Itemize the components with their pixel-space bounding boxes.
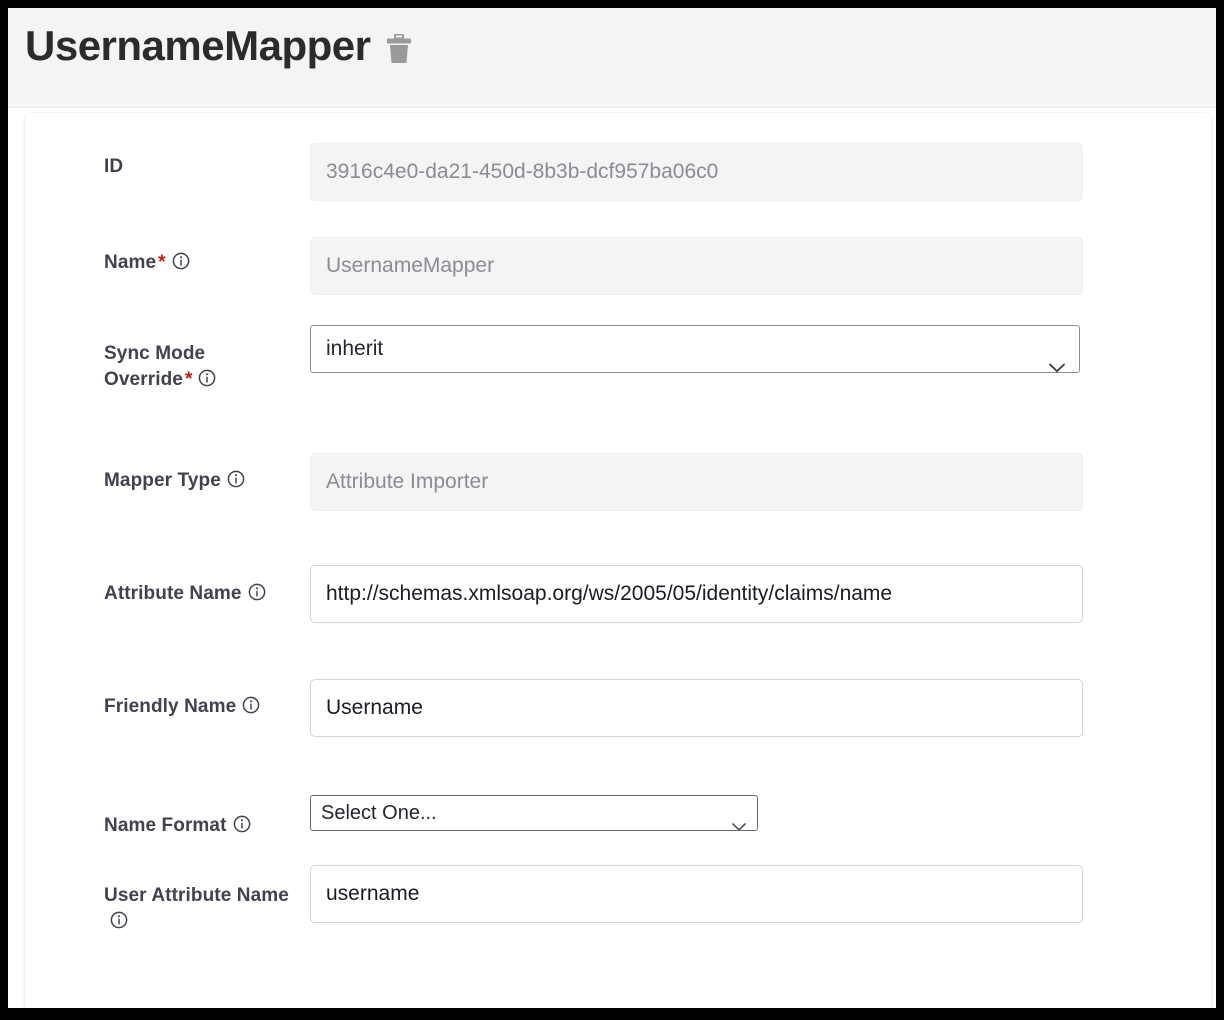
label-mapper_type: Mapper Type (25, 468, 310, 494)
form-row-sync_mode_override: Sync Mode Override * inherit (25, 325, 1211, 390)
mapper-details-card: ID 3916c4e0-da21-450d-8b3b-dcf957ba06c0 Na… (25, 113, 1211, 1008)
trash-icon[interactable] (386, 33, 412, 64)
required-indicator-sync_mode_override: * (184, 368, 193, 390)
input-id: 3916c4e0-da21-450d-8b3b-dcf957ba06c0 (310, 143, 1083, 201)
label-user_attribute_name: User Attribute Name (25, 883, 310, 934)
input-user_attribute_name[interactable]: username (310, 865, 1083, 923)
input-friendly_name[interactable]: Username (310, 679, 1083, 737)
info-icon-friendly_name[interactable] (242, 696, 260, 714)
control-wrap-mapper_type: Attribute Importer (310, 453, 1211, 511)
label-text-name_format: Name Format (104, 815, 227, 836)
form-row-mapper_type: Mapper Type Attribute Importer (25, 453, 1211, 511)
control-wrap-attribute_name: http://schemas.xmlsoap.org/ws/2005/05/id… (310, 565, 1211, 623)
control-wrap-name: UsernameMapper (310, 237, 1211, 295)
input-attribute_name[interactable]: http://schemas.xmlsoap.org/ws/2005/05/id… (310, 565, 1083, 623)
label-text-mapper_type: Mapper Type (104, 470, 221, 491)
required-indicator-name: * (158, 252, 166, 273)
chevron-down-icon (1049, 344, 1065, 372)
form-row-friendly_name: Friendly Name Username (25, 679, 1211, 737)
select-sync_mode_override[interactable]: inherit (310, 325, 1080, 373)
control-wrap-sync_mode_override: inherit (310, 325, 1211, 373)
control-wrap-id: 3916c4e0-da21-450d-8b3b-dcf957ba06c0 (310, 143, 1211, 201)
label-text-friendly_name: Friendly Name (104, 696, 237, 717)
form-row-name: Name * UsernameMapper (25, 237, 1211, 295)
chevron-down-icon (732, 809, 746, 830)
page-title-row: UsernameMapper (25, 25, 412, 67)
page-title: UsernameMapper (25, 22, 371, 69)
label-text-user_attribute_name: User Attribute Name (104, 885, 289, 906)
label-attribute_name: Attribute Name (25, 581, 310, 607)
label-name: Name * (25, 250, 310, 276)
info-icon-name[interactable] (172, 252, 190, 270)
form-row-name_format: Name Format Select One... (25, 795, 1211, 836)
app-viewport: UsernameMapper ID 3916c4e0-da21-450d-8b3b… (8, 8, 1216, 1008)
label-name_format: Name Format (25, 813, 310, 839)
form-row-id: ID 3916c4e0-da21-450d-8b3b-dcf957ba06c0 (25, 143, 1211, 201)
page-header: UsernameMapper (8, 8, 1216, 108)
info-icon-sync_mode_override[interactable] (198, 369, 216, 387)
info-icon-user_attribute_name[interactable] (110, 911, 128, 929)
label-sync_mode_override: Sync Mode Override * (25, 341, 310, 392)
label-friendly_name: Friendly Name (25, 694, 310, 720)
screenshot-frame: UsernameMapper ID 3916c4e0-da21-450d-8b3b… (0, 0, 1224, 1020)
info-icon-mapper_type[interactable] (227, 470, 245, 488)
input-name: UsernameMapper (310, 237, 1083, 295)
form-row-attribute_name: Attribute Name http://schemas.xmlsoap.org… (25, 565, 1211, 623)
control-wrap-user_attribute_name: username (310, 865, 1211, 923)
info-icon-attribute_name[interactable] (248, 583, 266, 601)
select-value-name_format: Select One... (321, 802, 437, 824)
label-text-id: ID (104, 156, 124, 177)
select-name_format[interactable]: Select One... (310, 795, 758, 831)
control-wrap-name_format: Select One... (310, 795, 1211, 831)
input-mapper_type: Attribute Importer (310, 453, 1083, 511)
label-id: ID (25, 154, 310, 180)
info-icon-name_format[interactable] (233, 815, 251, 833)
select-value-sync_mode_override: inherit (326, 337, 384, 360)
form-row-user_attribute_name: User Attribute Name username (25, 865, 1211, 928)
label-text-name: Name (104, 252, 157, 273)
control-wrap-friendly_name: Username (310, 679, 1211, 737)
label-text-attribute_name: Attribute Name (104, 583, 242, 604)
